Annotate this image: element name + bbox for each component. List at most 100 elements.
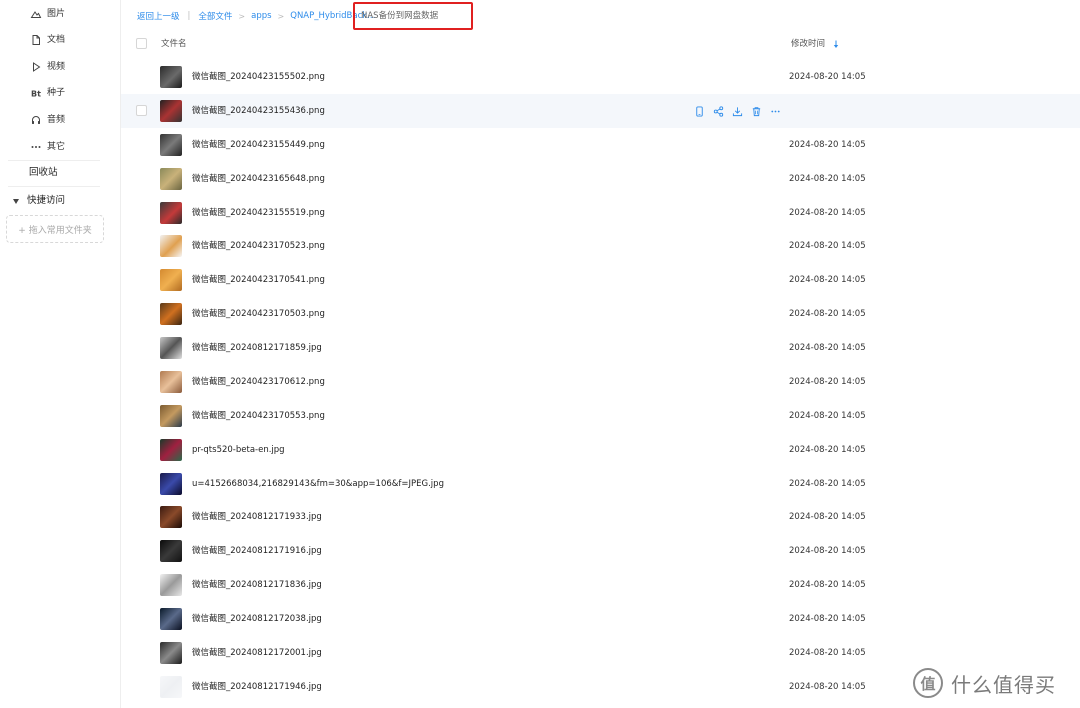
table-row[interactable]: 微信截图_20240423170541.png 2024-08-20 14:05	[121, 263, 1080, 297]
file-modified-time: 2024-08-20 14:05	[789, 174, 866, 184]
pin-folder-dropzone[interactable]: + 拖入常用文件夹	[6, 215, 104, 243]
file-thumbnail[interactable]	[160, 642, 182, 664]
sidebar-item-label: 图片	[47, 9, 66, 19]
file-thumbnail[interactable]	[160, 100, 182, 122]
breadcrumb: 返回上一级 | 全部文件 > apps > QNAP_HybridBack...	[137, 10, 375, 22]
breadcrumb-separator: |	[187, 11, 191, 21]
file-thumbnail[interactable]	[160, 235, 182, 257]
back-link[interactable]: 返回上一级	[137, 10, 180, 22]
column-header-name[interactable]: 文件名	[161, 39, 187, 50]
quick-access-toggle[interactable]: 快捷访问	[13, 195, 65, 207]
select-all-checkbox[interactable]	[136, 38, 147, 49]
file-thumbnail[interactable]	[160, 506, 182, 528]
sidebar-item-label: 文档	[47, 35, 66, 45]
file-modified-time: 2024-08-20 14:05	[789, 682, 866, 692]
table-row[interactable]: 微信截图_20240423155502.png 2024-08-20 14:05	[121, 60, 1080, 94]
file-name[interactable]: u=4152668034,216829143&fm=30&app=106&f=J…	[192, 478, 444, 490]
chevron-right-icon: >	[277, 11, 285, 21]
file-name[interactable]: 微信截图_20240812171946.jpg	[192, 681, 322, 693]
file-name[interactable]: 微信截图_20240812172038.jpg	[192, 613, 322, 625]
file-name[interactable]: 微信截图_20240423170523.png	[192, 240, 325, 252]
sidebar-item-audio[interactable]: 音频	[0, 107, 121, 133]
file-thumbnail[interactable]	[160, 574, 182, 596]
bt-icon: Bt	[31, 90, 41, 99]
file-name[interactable]: 微信截图_20240423155436.png	[192, 105, 325, 117]
file-thumbnail[interactable]	[160, 134, 182, 156]
file-modified-time: 2024-08-20 14:05	[789, 208, 866, 218]
file-modified-time: 2024-08-20 14:05	[789, 445, 866, 455]
table-row[interactable]: 微信截图_20240423170553.png 2024-08-20 14:05	[121, 399, 1080, 433]
file-name[interactable]: 微信截图_20240423170612.png	[192, 376, 325, 388]
table-row[interactable]: 微信截图_20240423165648.png 2024-08-20 14:05	[121, 162, 1080, 196]
phone-icon[interactable]	[693, 105, 705, 117]
file-modified-time: 2024-08-20 14:05	[789, 377, 866, 387]
row-checkbox[interactable]	[136, 105, 147, 116]
table-row[interactable]: 微信截图_20240812171859.jpg 2024-08-20 14:05	[121, 331, 1080, 365]
more-actions-icon[interactable]	[769, 105, 781, 117]
breadcrumb-all-files[interactable]: 全部文件	[198, 10, 232, 22]
breadcrumb-apps[interactable]: apps	[251, 11, 271, 21]
file-thumbnail[interactable]	[160, 676, 182, 698]
file-thumbnail[interactable]	[160, 371, 182, 393]
file-modified-time: 2024-08-20 14:05	[789, 648, 866, 658]
file-modified-time: 2024-08-20 14:05	[789, 614, 866, 624]
file-thumbnail[interactable]	[160, 337, 182, 359]
file-name[interactable]: 微信截图_20240812171859.jpg	[192, 342, 322, 354]
table-row[interactable]: 微信截图_20240812171916.jpg 2024-08-20 14:05	[121, 534, 1080, 568]
file-name[interactable]: 微信截图_20240423155449.png	[192, 139, 325, 151]
file-name[interactable]: 微信截图_20240423165648.png	[192, 173, 325, 185]
sidebar-item-images[interactable]: 图片	[0, 1, 121, 27]
file-thumbnail[interactable]	[160, 303, 182, 325]
sidebar-item-documents[interactable]: 文档	[0, 27, 121, 53]
file-thumbnail[interactable]	[160, 608, 182, 630]
file-name[interactable]: 微信截图_20240812171836.jpg	[192, 579, 322, 591]
table-row[interactable]: 微信截图_20240812171933.jpg 2024-08-20 14:05	[121, 500, 1080, 534]
file-name[interactable]: 微信截图_20240423170541.png	[192, 274, 325, 286]
table-row[interactable]: 微信截图_20240812171836.jpg 2024-08-20 14:05	[121, 568, 1080, 602]
sidebar-item-label: 种子	[47, 88, 66, 98]
file-thumbnail[interactable]	[160, 66, 182, 88]
sidebar: 图片 文档 视频 Bt 种子 音频 其它 回收站 快捷访问 + 拖入常用文件夹	[0, 0, 121, 708]
table-row[interactable]: 微信截图_20240423170523.png 2024-08-20 14:05	[121, 229, 1080, 263]
table-row[interactable]: 微信截图_20240812172001.jpg 2024-08-20 14:05	[121, 636, 1080, 670]
file-thumbnail[interactable]	[160, 540, 182, 562]
table-row[interactable]: 微信截图_20240423155436.png	[121, 94, 1080, 128]
file-name[interactable]: 微信截图_20240812171933.jpg	[192, 511, 322, 523]
file-name[interactable]: 微信截图_20240423170553.png	[192, 410, 325, 422]
file-thumbnail[interactable]	[160, 405, 182, 427]
file-thumbnail[interactable]	[160, 473, 182, 495]
file-name[interactable]: pr-qts520-beta-en.jpg	[192, 444, 285, 456]
table-row[interactable]: pr-qts520-beta-en.jpg 2024-08-20 14:05	[121, 433, 1080, 467]
sidebar-item-torrents[interactable]: Bt 种子	[0, 80, 121, 106]
file-name[interactable]: 微信截图_20240423155519.png	[192, 207, 325, 219]
table-row[interactable]: 微信截图_20240423155519.png 2024-08-20 14:05	[121, 196, 1080, 230]
share-icon[interactable]	[712, 105, 724, 117]
file-name[interactable]: 微信截图_20240423155502.png	[192, 71, 325, 83]
divider	[8, 160, 100, 161]
file-modified-time: 2024-08-20 14:05	[789, 580, 866, 590]
sidebar-item-label: 其它	[47, 142, 66, 152]
file-name[interactable]: 微信截图_20240812172001.jpg	[192, 647, 322, 659]
svg-text:Bt: Bt	[31, 90, 41, 99]
column-header-modified-time[interactable]: 修改时间	[791, 39, 839, 50]
download-icon[interactable]	[731, 105, 743, 117]
watermark: 值 什么值得买	[913, 666, 1056, 700]
sidebar-item-videos[interactable]: 视频	[0, 54, 121, 80]
trash-icon[interactable]	[750, 105, 762, 117]
sidebar-item-label: 音频	[47, 115, 66, 125]
file-name[interactable]: 微信截图_20240423170503.png	[192, 308, 325, 320]
table-row[interactable]: 微信截图_20240423155449.png 2024-08-20 14:05	[121, 128, 1080, 162]
file-thumbnail[interactable]	[160, 202, 182, 224]
file-thumbnail[interactable]	[160, 269, 182, 291]
table-row[interactable]: 微信截图_20240423170503.png 2024-08-20 14:05	[121, 297, 1080, 331]
file-thumbnail[interactable]	[160, 168, 182, 190]
file-name[interactable]: 微信截图_20240812171916.jpg	[192, 545, 322, 557]
table-row[interactable]: u=4152668034,216829143&fm=30&app=106&f=J…	[121, 467, 1080, 501]
sidebar-item-other[interactable]: 其它	[0, 134, 121, 160]
file-thumbnail[interactable]	[160, 439, 182, 461]
file-modified-time: 2024-08-20 14:05	[789, 72, 866, 82]
table-row[interactable]: 微信截图_20240423170612.png 2024-08-20 14:05	[121, 365, 1080, 399]
recycle-bin-link[interactable]: 回收站	[29, 167, 58, 179]
headphones-icon	[32, 116, 40, 124]
table-row[interactable]: 微信截图_20240812172038.jpg 2024-08-20 14:05	[121, 602, 1080, 636]
